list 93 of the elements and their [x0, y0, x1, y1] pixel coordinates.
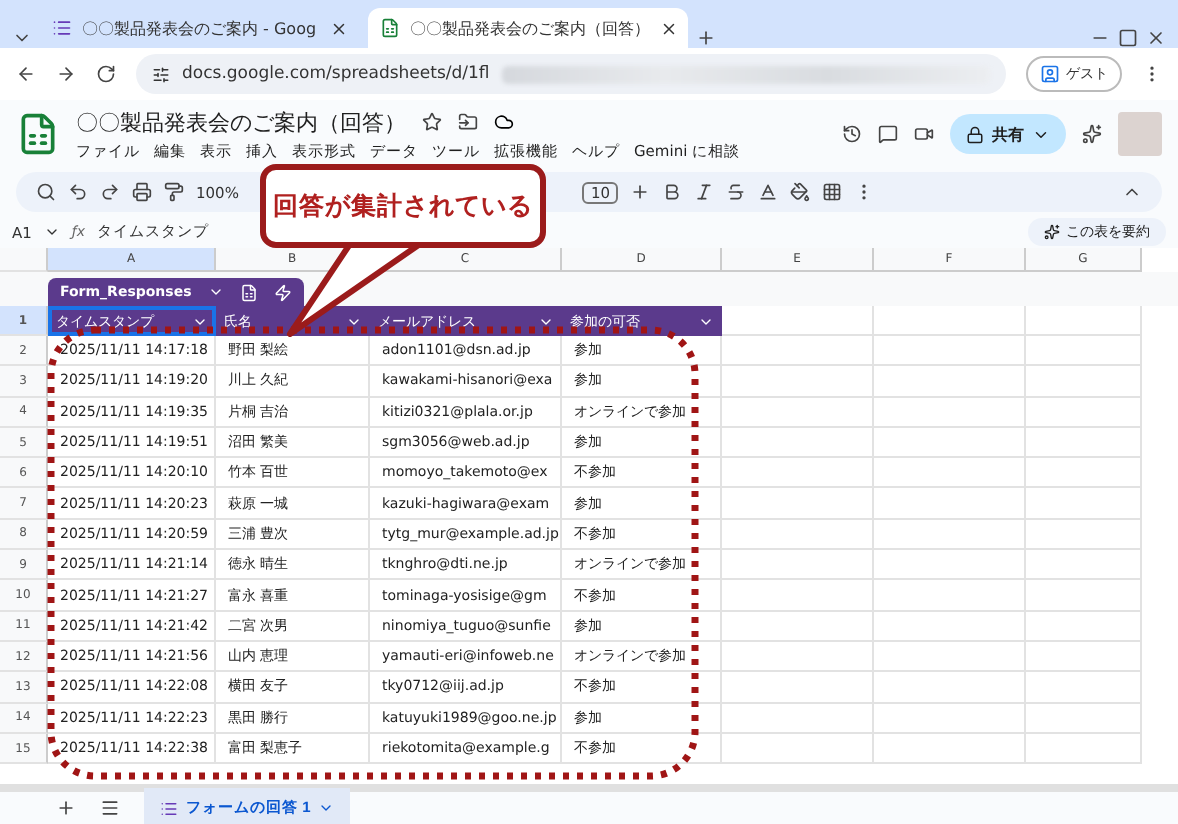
browser-tab[interactable]: 〇〇製品発表会のご案内 - Goog	[40, 8, 360, 48]
avatar[interactable]	[1118, 112, 1162, 156]
meet-icon[interactable]	[914, 124, 934, 144]
dropdown-icon	[43, 224, 60, 240]
empty-cell[interactable]	[874, 306, 1026, 336]
empty-cell[interactable]	[1026, 397, 1142, 428]
person-icon	[1040, 64, 1060, 84]
form-icon	[52, 18, 72, 38]
undo-icon[interactable]	[68, 182, 88, 202]
share-button[interactable]: 共有	[950, 114, 1066, 154]
empty-cell[interactable]	[1026, 336, 1142, 367]
empty-cell[interactable]	[1026, 427, 1142, 459]
empty-cell[interactable]	[1026, 519, 1142, 551]
empty-cell[interactable]	[874, 611, 1026, 642]
empty-cell[interactable]	[722, 550, 874, 581]
history-icon[interactable]	[842, 124, 862, 144]
empty-cell[interactable]	[1026, 458, 1142, 489]
strikethrough-icon[interactable]	[726, 182, 746, 202]
empty-cell[interactable]	[1026, 733, 1142, 765]
star-icon[interactable]	[422, 112, 442, 132]
comments-icon[interactable]	[878, 124, 898, 144]
fill-color-icon[interactable]	[790, 182, 810, 202]
borders-icon[interactable]	[822, 182, 842, 202]
browser-tab[interactable]: 〇〇製品発表会のご案内（回答）	[368, 8, 688, 48]
form-icon	[160, 799, 178, 817]
empty-cell[interactable]	[874, 427, 1026, 459]
empty-cell[interactable]	[874, 641, 1026, 673]
close-icon[interactable]	[1146, 28, 1166, 48]
address-bar[interactable]: docs.google.com/spreadsheets/d/1fl	[136, 54, 1006, 94]
empty-cell[interactable]	[874, 580, 1026, 612]
increase-font-icon[interactable]	[630, 182, 650, 202]
lightning-icon	[273, 283, 292, 301]
empty-cell[interactable]	[874, 397, 1026, 428]
add-sheet-icon[interactable]	[56, 798, 76, 818]
empty-cell[interactable]	[1026, 366, 1142, 398]
close-icon	[330, 19, 348, 37]
empty-cell[interactable]	[874, 703, 1026, 734]
empty-cell[interactable]	[722, 703, 874, 734]
empty-cell[interactable]	[874, 366, 1026, 398]
empty-cell[interactable]	[874, 336, 1026, 367]
empty-cell[interactable]	[874, 458, 1026, 489]
spreadsheet-icon	[16, 112, 60, 156]
select-all-corner[interactable]	[0, 248, 48, 272]
all-sheets-icon[interactable]	[100, 798, 120, 818]
empty-cell[interactable]	[1026, 550, 1142, 581]
empty-cell[interactable]	[722, 427, 874, 459]
empty-cell[interactable]	[722, 672, 874, 704]
document-title[interactable]: 〇〇製品発表会のご案内（回答）	[76, 107, 406, 137]
empty-cell[interactable]	[874, 733, 1026, 765]
empty-cell[interactable]	[1026, 703, 1142, 734]
empty-cell[interactable]	[874, 550, 1026, 581]
empty-cell[interactable]	[722, 336, 874, 367]
empty-cell[interactable]	[874, 488, 1026, 520]
move-icon[interactable]	[458, 112, 478, 132]
text-color-icon[interactable]	[758, 182, 778, 202]
lock-icon	[966, 125, 984, 143]
site-info-icon	[152, 65, 170, 83]
back-icon[interactable]	[16, 64, 36, 84]
empty-cell[interactable]	[874, 672, 1026, 704]
table-icon	[239, 283, 258, 301]
maximize-icon[interactable]	[1118, 28, 1138, 48]
empty-cell[interactable]	[1026, 306, 1142, 336]
caret-icon	[318, 800, 335, 816]
empty-cell[interactable]	[722, 733, 874, 765]
empty-cell[interactable]	[722, 488, 874, 520]
paint-format-icon[interactable]	[164, 182, 184, 202]
search-icon[interactable]	[36, 182, 56, 202]
empty-cell[interactable]	[722, 580, 874, 612]
bold-icon[interactable]	[662, 182, 682, 202]
empty-cell[interactable]	[874, 519, 1026, 551]
empty-cell[interactable]	[1026, 641, 1142, 673]
callout: 回答が集計されている	[260, 164, 546, 248]
empty-cell[interactable]	[1026, 580, 1142, 612]
empty-cell[interactable]	[722, 641, 874, 673]
empty-cell[interactable]	[722, 458, 874, 489]
empty-cell[interactable]	[722, 611, 874, 642]
empty-cell[interactable]	[1026, 611, 1142, 642]
empty-cell[interactable]	[722, 397, 874, 428]
cloud-icon	[494, 112, 514, 132]
spreadsheet-icon	[380, 18, 400, 38]
sparkle-icon	[1044, 224, 1060, 240]
reload-icon[interactable]	[96, 64, 116, 84]
close-icon	[660, 19, 678, 37]
new-tab-icon[interactable]	[696, 28, 716, 48]
print-icon[interactable]	[132, 182, 152, 202]
italic-icon[interactable]	[694, 182, 714, 202]
redo-icon[interactable]	[100, 182, 120, 202]
gemini-icon[interactable]	[1082, 124, 1102, 144]
empty-cell[interactable]	[1026, 488, 1142, 520]
empty-cell[interactable]	[722, 519, 874, 551]
empty-cell[interactable]	[722, 366, 874, 398]
forward-icon[interactable]	[56, 64, 76, 84]
empty-cell[interactable]	[1026, 672, 1142, 704]
